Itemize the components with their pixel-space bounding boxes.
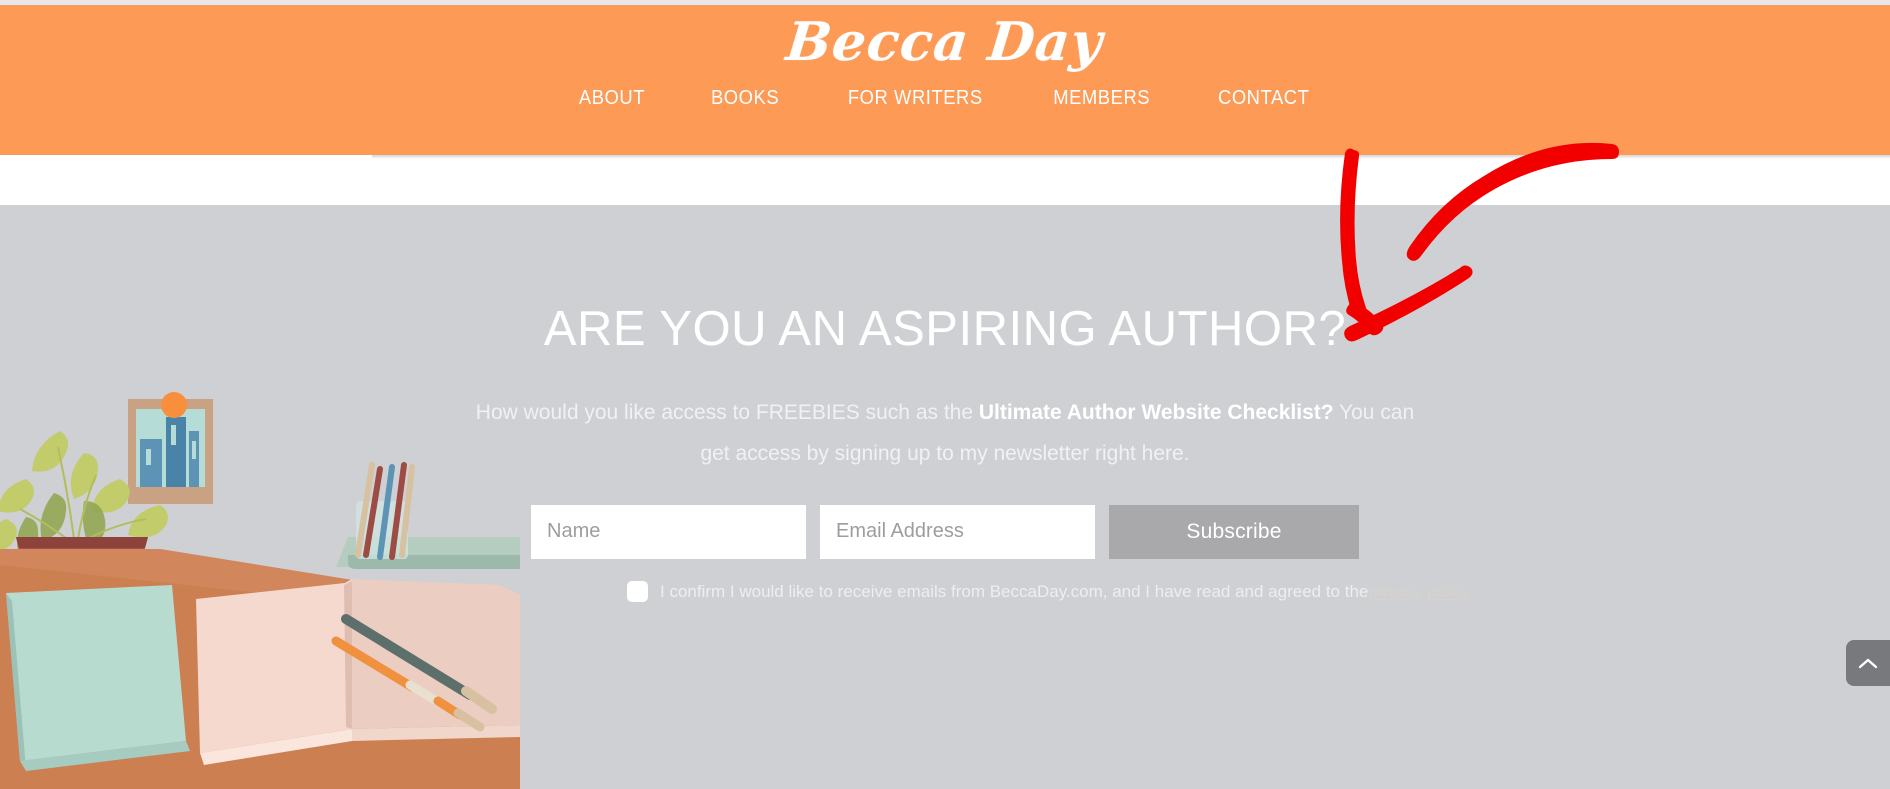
scroll-to-top-button[interactable] — [1846, 640, 1890, 686]
nav-item-for-writers[interactable]: FOR WRITERS — [821, 87, 1011, 110]
site-header: Becca Day ABOUT BOOKS FOR WRITERS MEMBER… — [0, 5, 1890, 155]
main-navigation: ABOUT BOOKS FOR WRITERS MEMBERS CONTACT — [0, 87, 1890, 110]
page-root: Becca Day ABOUT BOOKS FOR WRITERS MEMBER… — [0, 0, 1890, 789]
privacy-policy-link[interactable]: privacy policy. — [1368, 582, 1474, 601]
subscribe-form: Subscribe — [0, 504, 1890, 559]
white-divider-band — [0, 155, 1890, 205]
nav-item-contact[interactable]: CONTACT — [1191, 87, 1338, 110]
consent-row: I confirm I would like to receive emails… — [535, 581, 1474, 603]
name-input[interactable] — [531, 504, 806, 559]
consent-text-label: I confirm I would like to receive emails… — [660, 581, 1369, 601]
nav-item-about[interactable]: ABOUT — [552, 87, 673, 110]
chevron-up-icon — [1858, 658, 1878, 668]
site-logo[interactable]: Becca Day — [0, 5, 1890, 73]
cta-heading: ARE YOU AN ASPIRING AUTHOR? — [543, 302, 1347, 356]
cta-paragraph-bold: Ultimate Author Website Checklist? — [978, 400, 1334, 424]
consent-checkbox[interactable] — [627, 581, 648, 603]
nav-item-books[interactable]: BOOKS — [684, 87, 807, 110]
cta-paragraph: How would you like access to FREEBIES su… — [465, 393, 1425, 475]
nav-item-members[interactable]: MEMBERS — [1026, 87, 1178, 110]
newsletter-cta-section: ARE YOU AN ASPIRING AUTHOR? How would yo… — [0, 205, 1890, 789]
consent-text: I confirm I would like to receive emails… — [660, 581, 1474, 603]
email-input[interactable] — [820, 504, 1095, 559]
cta-paragraph-part1: How would you like access to FREEBIES su… — [475, 400, 979, 424]
cta-content: ARE YOU AN ASPIRING AUTHOR? How would yo… — [0, 205, 1890, 603]
header-shadow — [372, 155, 1890, 159]
subscribe-button[interactable]: Subscribe — [1109, 504, 1359, 559]
